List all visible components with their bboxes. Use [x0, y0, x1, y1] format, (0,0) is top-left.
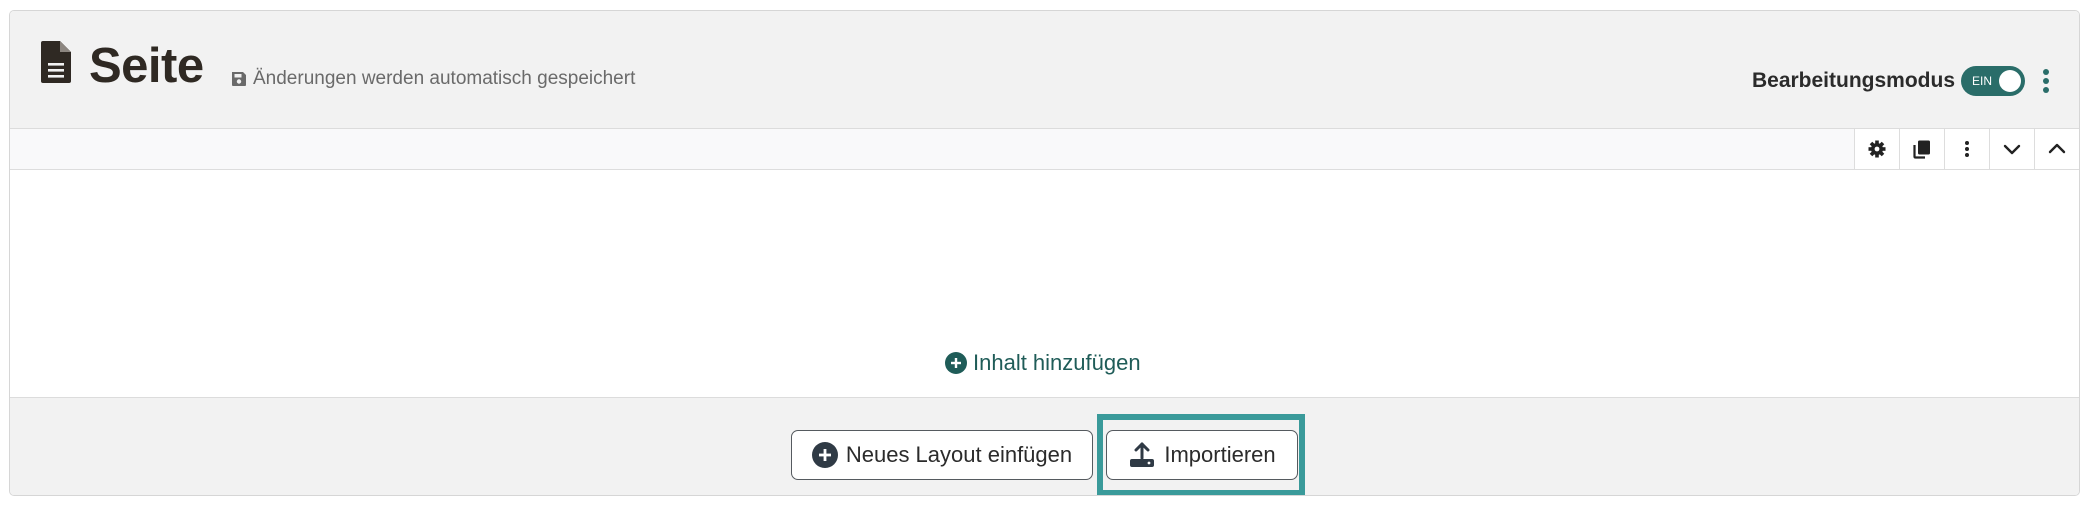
- block-move-down-button[interactable]: [1989, 129, 2034, 169]
- block-toolbar-buttons: [1854, 129, 2079, 169]
- save-icon: [232, 72, 246, 86]
- chevron-down-icon: [2003, 144, 2021, 155]
- new-layout-label: Neues Layout einfügen: [845, 442, 1073, 467]
- document-icon: [41, 41, 71, 83]
- autosave-text: Änderungen werden automatisch gespeicher…: [253, 68, 636, 89]
- page-header: Seite Änderungen werden automatisch gesp…: [10, 11, 2079, 129]
- toggle-state-text: EIN: [1972, 74, 1993, 88]
- more-vertical-icon: [1965, 141, 1969, 157]
- toggle-knob: [1999, 70, 2021, 92]
- page-editor: Seite Änderungen werden automatisch gesp…: [9, 10, 2080, 496]
- more-vertical-icon[interactable]: [2041, 67, 2051, 95]
- block-more-button[interactable]: [1944, 129, 1989, 169]
- add-content-label: Inhalt hinzufügen: [973, 350, 1141, 375]
- gear-icon: [1868, 140, 1886, 158]
- block-toolbar: [10, 129, 2079, 170]
- copy-icon: [1913, 140, 1930, 159]
- chevron-up-icon: [2048, 143, 2066, 154]
- block-settings-button[interactable]: [1854, 129, 1899, 169]
- edit-mode-label: Bearbeitungsmodus: [1751, 69, 1955, 92]
- add-content-link[interactable]: Inhalt hinzufügen: [945, 350, 1141, 376]
- content-area: Inhalt hinzufügen: [10, 170, 2079, 398]
- edit-mode-toggle[interactable]: EIN: [1961, 66, 2025, 96]
- new-layout-button[interactable]: Neues Layout einfügen: [791, 430, 1093, 480]
- upload-icon: [1130, 442, 1155, 467]
- page-title: Seite: [89, 39, 204, 93]
- plus-circle-icon: [945, 352, 967, 374]
- plus-circle-icon: [811, 442, 838, 468]
- edit-mode-control: Bearbeitungsmodus EIN: [1752, 64, 2051, 98]
- block-move-up-button[interactable]: [2034, 129, 2079, 169]
- block-copy-button[interactable]: [1899, 129, 1944, 169]
- layout-footer: Neues Layout einfügen Importieren: [10, 397, 2079, 495]
- autosave-status: Änderungen werden automatisch gespeicher…: [231, 68, 635, 90]
- import-button[interactable]: Importieren: [1106, 430, 1298, 480]
- import-label: Importieren: [1164, 442, 1276, 467]
